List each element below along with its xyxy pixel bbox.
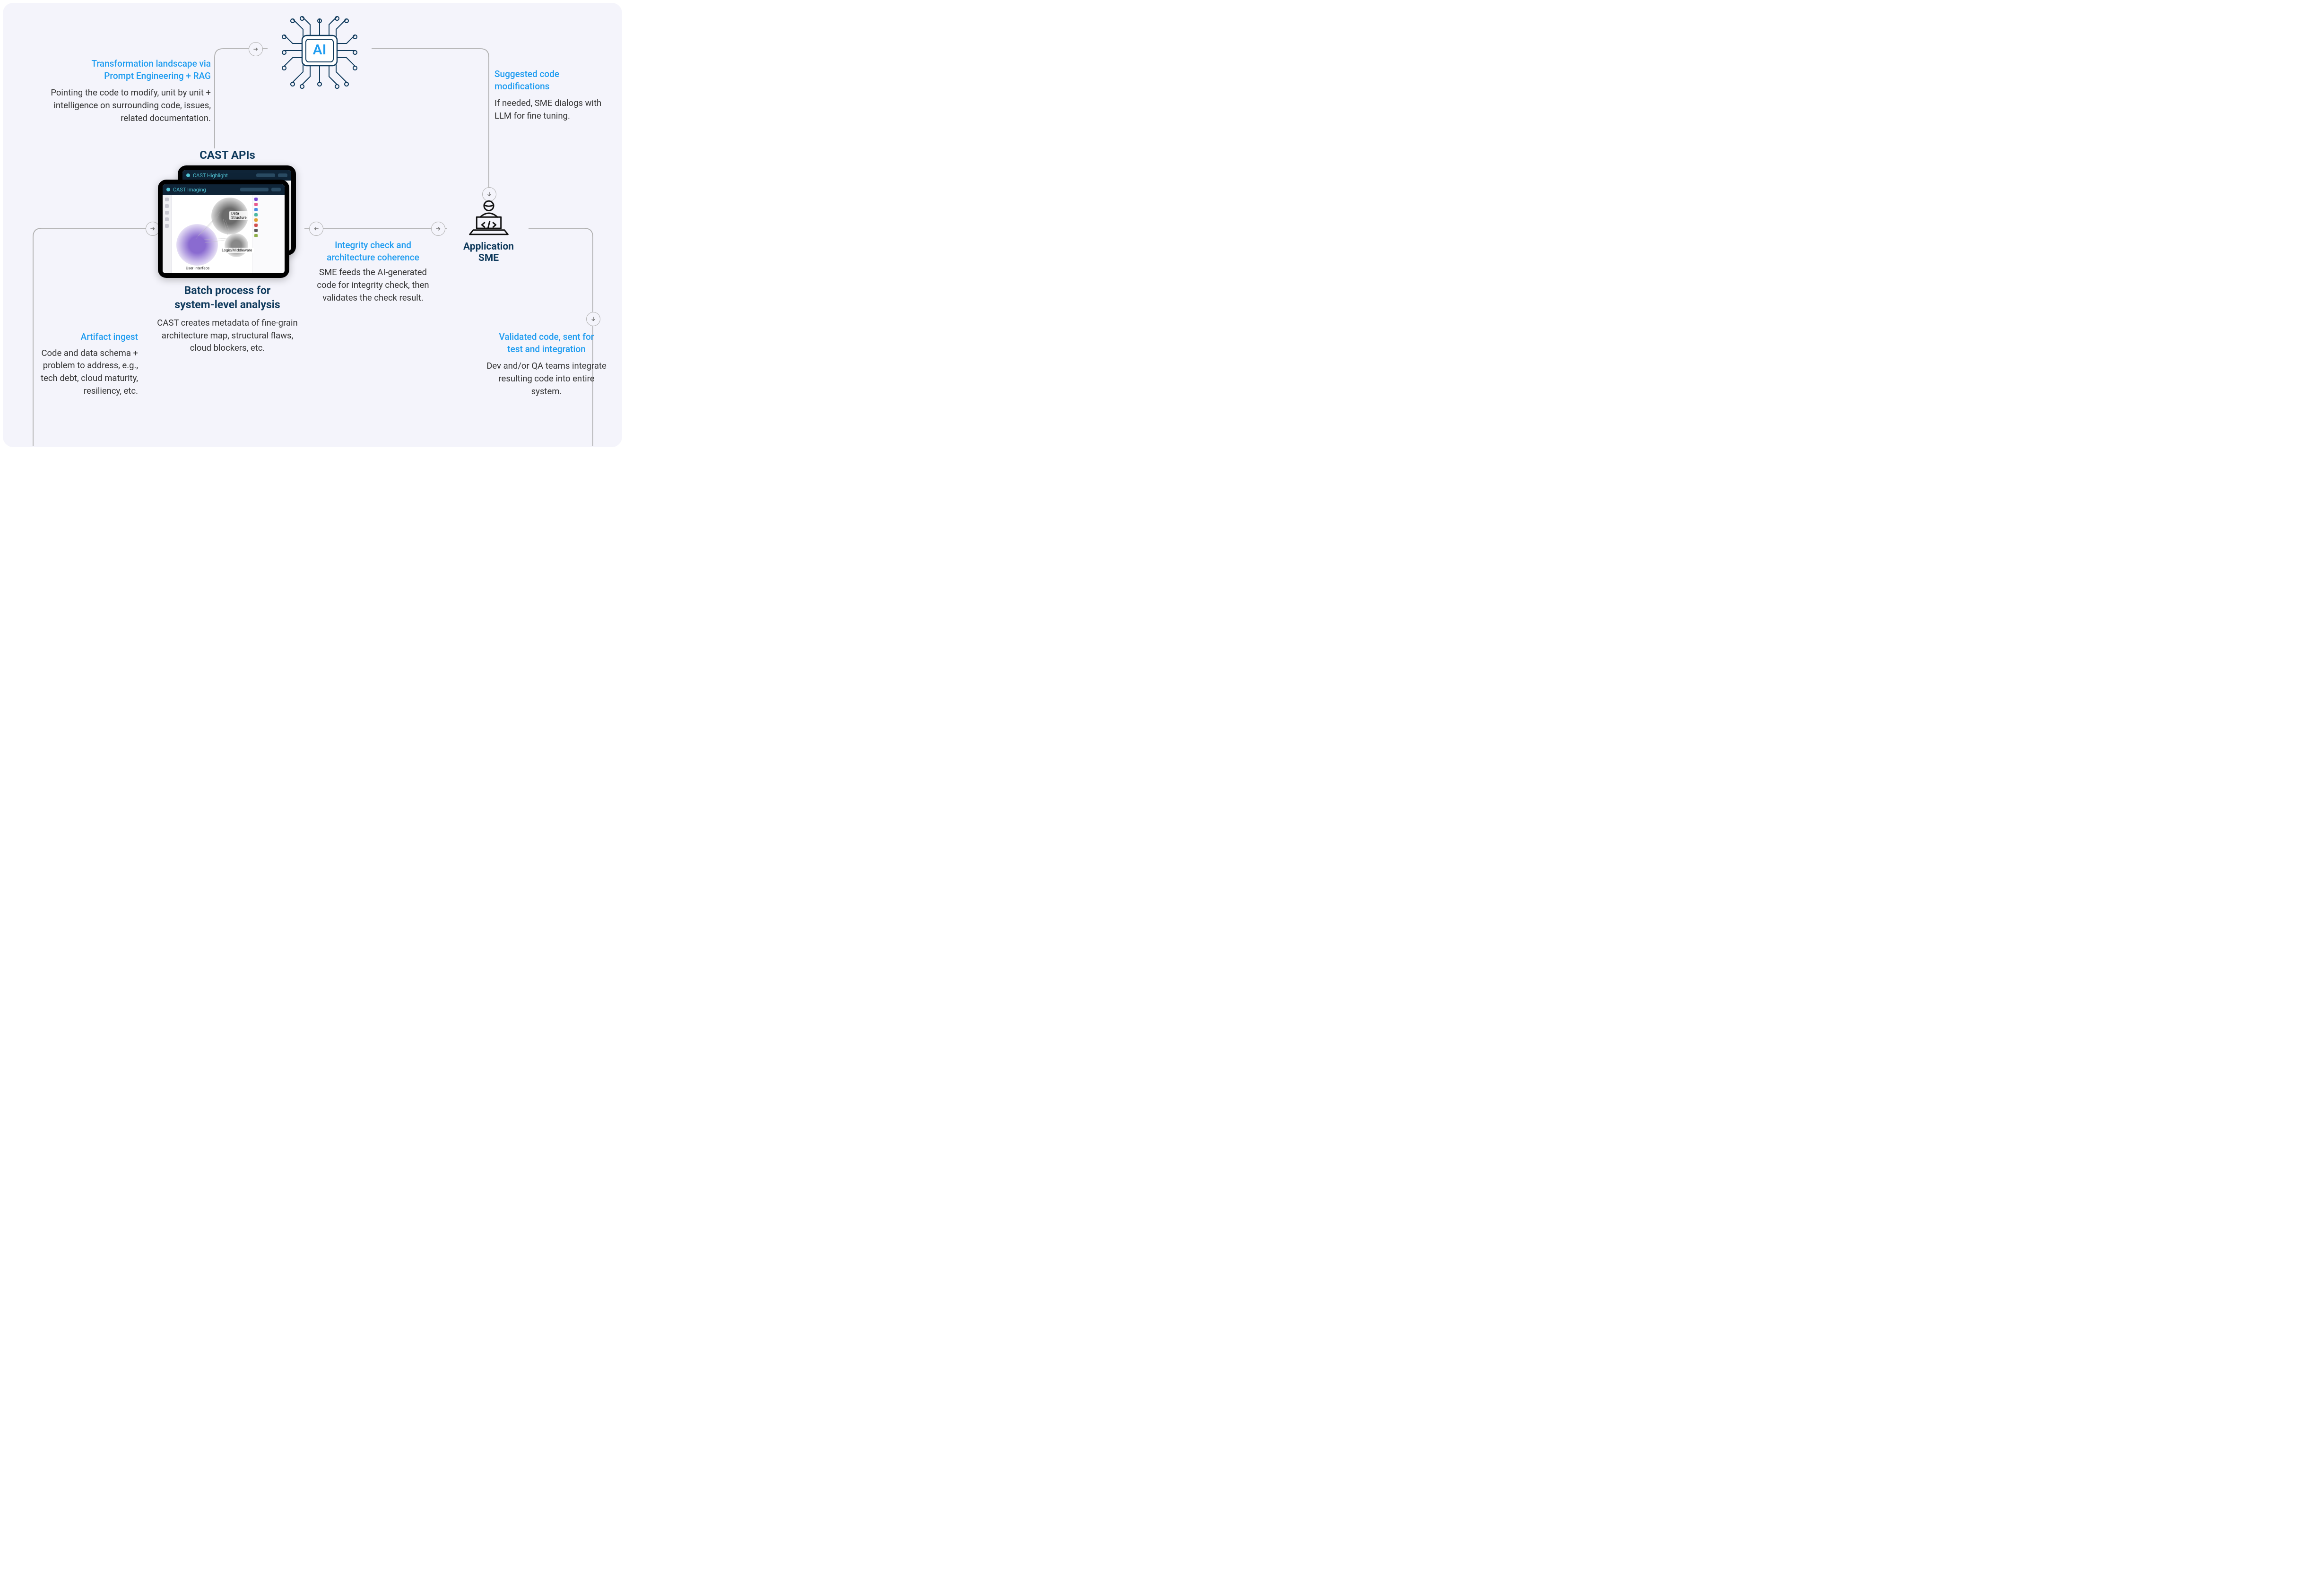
integrity-title: Integrity check and	[335, 240, 411, 251]
cluster-label-data: Data Structure	[229, 211, 252, 220]
caption-integrity: Integrity check and architecture coheren…	[317, 239, 429, 304]
caption-transformation: Transformation landscape via Prompt Engi…	[36, 58, 211, 125]
validated-title-line2: test and integration	[507, 344, 585, 354]
integrity-title-line2: architecture coherence	[327, 252, 419, 263]
diagram-canvas: AI AI Application SME CAST APIs	[3, 3, 622, 447]
suggested-body: If needed, SME dialogs with LLM for fine…	[494, 97, 613, 122]
imaging-legend	[252, 195, 285, 273]
batch-heading-line2: system-level analysis	[174, 298, 280, 311]
developer-icon	[463, 199, 515, 238]
tablet-front-title: CAST Imaging	[173, 187, 206, 193]
transformation-title: Transformation landscape via	[91, 58, 211, 69]
ai-chip-node: AI AI	[265, 6, 374, 95]
batch-heading: Batch process for	[184, 284, 271, 297]
sme-heading: Application	[463, 241, 514, 252]
cluster-label-ui: User Interface	[184, 266, 211, 271]
arrow-cast-to-ai-icon	[249, 42, 263, 56]
sme-heading-line2: SME	[478, 252, 499, 264]
artifact-body: Code and data schema + problem to addres…	[28, 347, 138, 398]
batch-process-block: Batch process for system-level analysis …	[150, 284, 304, 354]
cast-apis-node: CAST APIs	[154, 148, 301, 162]
imaging-graph-view: Data Structure Logic/Middleware User Int…	[172, 195, 252, 273]
transformation-body: Pointing the code to modify, unit by uni…	[36, 86, 211, 124]
cast-apis-heading: CAST APIs	[154, 148, 301, 162]
artifact-title: Artifact ingest	[28, 331, 138, 343]
suggested-title-line2: modifications	[494, 81, 549, 92]
arrow-cast-to-sme-icon	[431, 222, 445, 236]
ai-chip-label: AI	[313, 42, 327, 58]
integrity-body: SME feeds the AI-generated code for inte…	[317, 266, 429, 304]
validated-body: Dev and/or QA teams integrate resulting …	[484, 360, 609, 398]
tablet-back-title: CAST Highlight	[193, 173, 228, 179]
arrow-sme-to-out-icon	[586, 312, 600, 326]
cluster-label-logic: Logic/Middleware	[220, 248, 254, 253]
arrow-sme-to-cast-icon	[309, 222, 323, 236]
validated-title: Validated code, sent for	[499, 331, 594, 342]
batch-body: CAST creates metadata of fine-grain arch…	[150, 317, 304, 354]
transformation-title-line2: Prompt Engineering + RAG	[104, 70, 211, 81]
caption-suggested: Suggested code modifications If needed, …	[494, 68, 613, 122]
caption-validated: Validated code, sent for test and integr…	[484, 331, 609, 398]
suggested-title: Suggested code	[494, 69, 559, 79]
ai-chip-icon: AI	[265, 6, 374, 95]
cast-imaging-tablet: CAST Imaging	[158, 180, 289, 278]
caption-artifact: Artifact ingest Code and data schema + p…	[28, 331, 138, 398]
sme-node: Application SME	[452, 199, 525, 264]
